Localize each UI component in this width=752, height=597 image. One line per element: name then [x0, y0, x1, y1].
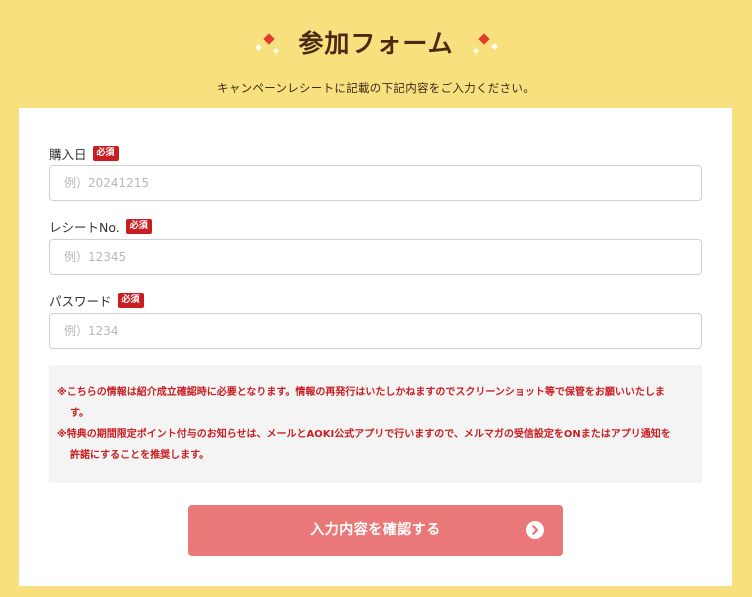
- password-input[interactable]: [49, 313, 702, 349]
- note-points: ※特典の期間限定ポイント付与のお知らせは、メールとAOKI公式アプリで行いますの…: [57, 429, 671, 461]
- notes-box: ※こちらの情報は紹介成立確認時に必要となります。情報の再発行はいたしかねますので…: [49, 365, 702, 483]
- required-badge: 必須: [125, 219, 152, 234]
- arrow-circle-right-icon: [526, 521, 544, 539]
- confirm-input-button[interactable]: 入力内容を確認する: [188, 505, 563, 556]
- required-badge: 必須: [92, 146, 119, 161]
- page-title: 参加フォーム: [298, 29, 454, 58]
- receipt-no-label: レシートNo. 必須: [49, 217, 152, 236]
- page-header: 参加フォーム キャンペーンレシートに記載の下記内容をご入力ください。: [0, 0, 752, 108]
- sparkle-decoration-right-icon: [468, 29, 502, 59]
- sparkle-decoration-left-icon: [250, 29, 284, 59]
- receipt-no-label-text: レシートNo.: [49, 220, 120, 235]
- form-card: 購入日 必須 レシートNo. 必須 パスワード 必須 ※こちらの情報は紹介成立確…: [19, 108, 732, 586]
- purchase-date-input[interactable]: [49, 165, 702, 201]
- receipt-no-input[interactable]: [49, 239, 702, 275]
- title-row: 参加フォーム: [0, 26, 752, 62]
- note-screenshot: ※こちらの情報は紹介成立確認時に必要となります。情報の再発行はいたしかねますので…: [57, 387, 665, 419]
- password-label-text: パスワード: [49, 294, 112, 309]
- purchase-date-label-text: 購入日: [49, 147, 87, 162]
- page-subtitle: キャンペーンレシートに記載の下記内容をご入力ください。: [216, 81, 536, 95]
- purchase-date-label: 購入日 必須: [49, 144, 119, 163]
- confirm-input-button-label: 入力内容を確認する: [310, 522, 441, 538]
- required-badge: 必須: [117, 293, 144, 308]
- password-label: パスワード 必須: [49, 291, 144, 310]
